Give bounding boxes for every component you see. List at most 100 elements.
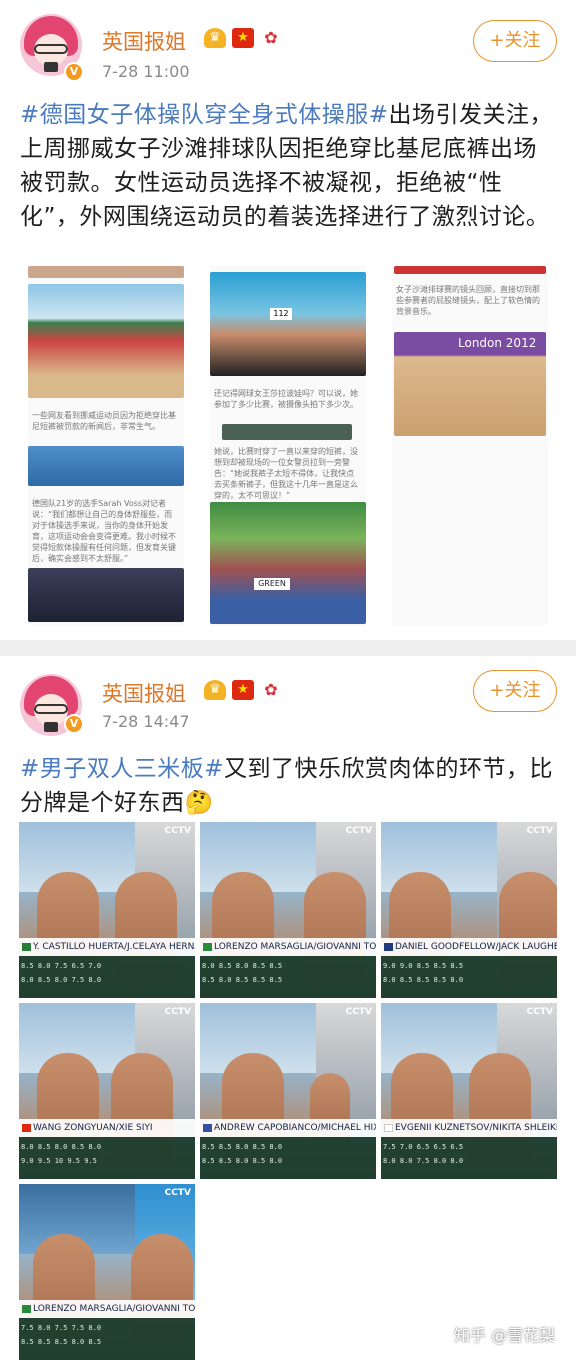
- diver-names: LORENZO MARSAGLIA/GIOVANNI TOCCI: [214, 942, 376, 952]
- image-strip: [394, 266, 546, 274]
- athletes-montage[interactable]: [210, 272, 366, 376]
- scoreboard-names: ANDREW CAPOBIANCO/MICHAEL HIXO: [200, 1119, 376, 1137]
- score-row: 7.5 7.0 6.5 6.5 6.5: [383, 1143, 464, 1151]
- country-flag-icon: [203, 1124, 212, 1132]
- scoreboard-names: LORENZO MARSAGLIA/GIOVANNI TOCCI: [200, 938, 376, 956]
- post-separator: [0, 640, 576, 656]
- weibo-post: V 英国报姐 ♛ ★ ✿ 7-28 11:00 +关注 #德国女子体操队穿全身式…: [0, 0, 576, 640]
- collage-caption: 还记得网球女王莎拉波娃吗？可以说，她参加了多少比赛，被摄像头拍下多少次。: [214, 389, 358, 409]
- score-row: 8.5 8.5 8.0 8.5 8.0: [202, 1157, 283, 1165]
- ribbon-icon: ✿: [260, 28, 282, 48]
- headline-image[interactable]: [222, 424, 352, 440]
- avatar-bow: [44, 62, 58, 72]
- olympic-rings-image[interactable]: [28, 446, 184, 486]
- author-badges: ♛ ★ ✿: [204, 680, 282, 700]
- follow-button[interactable]: +关注: [473, 670, 557, 712]
- country-flag-icon: [203, 943, 212, 951]
- diving-image[interactable]: CCTV LORENZO MARSAGLIA/GIOVANNI TOCCI 8.…: [200, 822, 376, 998]
- crown-icon: ♛: [204, 28, 226, 48]
- score-row: 8.5 8.5 8.5 8.0 8.5: [21, 1338, 102, 1346]
- diving-image[interactable]: CCTV ANDREW CAPOBIANCO/MICHAEL HIXO 8.5 …: [200, 1003, 376, 1179]
- image-collage[interactable]: 一些网友看到挪威运动员因为拒绝穿比基尼短裤被罚款的新闻后，非常生气。 德国队21…: [28, 266, 548, 628]
- score-row: 8.0 8.5 8.0 7.5 8.0: [21, 976, 102, 984]
- avatar-glasses: [34, 704, 68, 714]
- athlete-name-tag: GREEN: [254, 578, 290, 590]
- diver-names: WANG ZONGYUAN/XIE SIYI: [33, 1123, 153, 1133]
- scoreboard-names: LORENZO MARSAGLIA/GIOVANNI TOCCI: [19, 1300, 195, 1318]
- cctv-logo: CCTV: [345, 1007, 372, 1017]
- score-row: 9.0 9.5 10 9.5 9.5: [21, 1157, 97, 1165]
- cctv-logo: CCTV: [164, 1007, 191, 1017]
- diver-names: ANDREW CAPOBIANCO/MICHAEL HIXO: [214, 1123, 376, 1133]
- scoreboard: 7.5 8.0 7.5 7.5 8.0 8.5 8.5 8.5 8.0 8.5: [19, 1318, 195, 1360]
- diving-image[interactable]: CCTV WANG ZONGYUAN/XIE SIYI 8.0 8.5 8.0 …: [19, 1003, 195, 1179]
- diver-names: Y. CASTILLO HUERTA/J.CELAYA HERNAND: [33, 942, 195, 952]
- image-strip: [28, 266, 184, 278]
- watermark: 知乎 @雪花梨: [454, 1326, 556, 1345]
- diving-image[interactable]: CCTV EVGENII KUZNETSOV/NIKITA SHLEIKHE 7…: [381, 1003, 557, 1179]
- collage-caption: 她说，比赛时穿了一直以来穿的短裤，没想到却被现场的一位女警员拉到一旁警告：“她说…: [214, 447, 358, 500]
- crown-icon: ♛: [204, 680, 226, 700]
- score-row: 8.0 8.5 8.5 8.5 8.0: [383, 976, 464, 984]
- scoreboard: 9.0 9.0 8.5 8.5 8.5 8.0 8.5 8.5 8.5 8.0: [381, 956, 557, 998]
- cctv-logo: CCTV: [164, 826, 191, 836]
- china-flag-icon: ★: [232, 28, 254, 48]
- follow-button[interactable]: +关注: [473, 20, 557, 62]
- post-time: 7-28 11:00: [102, 62, 190, 81]
- collage-column-1: 一些网友看到挪威运动员因为拒绝穿比基尼短裤被罚款的新闻后，非常生气。 德国队21…: [28, 266, 184, 626]
- author-name[interactable]: 英国报姐: [102, 26, 186, 56]
- scoreboard-names: WANG ZONGYUAN/XIE SIYI: [19, 1119, 195, 1137]
- score-row: 8.0 8.5 8.0 8.5 8.0: [21, 1143, 102, 1151]
- scoreboard: 8.5 8.5 8.0 8.5 8.0 8.5 8.5 8.0 8.5 8.0: [200, 1137, 376, 1179]
- score-row: 7.5 8.0 7.5 7.5 8.0: [21, 1324, 102, 1332]
- post-time: 7-28 14:47: [102, 712, 190, 731]
- post-text: #德国女子体操队穿全身式体操服#出场引发关注，上周挪威女子沙滩排球队因拒绝穿比基…: [20, 98, 560, 234]
- diver-names: EVGENII KUZNETSOV/NIKITA SHLEIKHE: [395, 1123, 557, 1133]
- collage-column-3: 女子沙滩排球赛的镜头回顾，直接切到那些参赛者的屁股缝镜头，配上了软色情的背景音乐…: [392, 266, 548, 626]
- scoreboard: 7.5 7.0 6.5 6.5 6.5 8.0 8.0 7.5 8.0 8.0: [381, 1137, 557, 1179]
- scoreboard-names: Y. CASTILLO HUERTA/J.CELAYA HERNAND: [19, 938, 195, 956]
- weibo-post: V 英国报姐 ♛ ★ ✿ 7-28 14:47 +关注 #男子双人三米板#又到了…: [0, 656, 576, 1362]
- diving-image[interactable]: CCTV Y. CASTILLO HUERTA/J.CELAYA HERNAND…: [19, 822, 195, 998]
- score-row: 8.5 8.0 8.5 8.5 8.5: [202, 976, 283, 984]
- country-flag-icon: [384, 943, 393, 951]
- post-text: #男子双人三米板#又到了快乐欣赏肉体的环节，比分牌是个好东西🤔: [20, 752, 560, 820]
- topic-link[interactable]: #德国女子体操队穿全身式体操服#: [20, 102, 389, 128]
- cctv-logo: CCTV: [526, 826, 553, 836]
- topic-link[interactable]: #男子双人三米板#: [20, 756, 224, 782]
- country-flag-icon: [384, 1124, 393, 1132]
- volleyball-team-photo[interactable]: [28, 284, 184, 398]
- china-flag-icon: ★: [232, 680, 254, 700]
- collage-caption: 女子沙滩排球赛的镜头回顾，直接切到那些参赛者的屁股缝镜头，配上了软色情的背景音乐…: [396, 285, 540, 316]
- cctv-logo: CCTV: [345, 826, 372, 836]
- scoreboard: 8.0 8.5 8.0 8.5 8.0 9.0 9.5 10 9.5 9.5: [19, 1137, 195, 1179]
- scoreboard-names: DANIEL GOODFELLOW/JACK LAUGHER: [381, 938, 557, 956]
- diving-image[interactable]: CCTV DANIEL GOODFELLOW/JACK LAUGHER 9.0 …: [381, 822, 557, 998]
- gymnast-photo[interactable]: [28, 568, 184, 622]
- avatar-glasses: [34, 44, 68, 54]
- london-banner: London 2012: [458, 336, 537, 350]
- score-row: 8.5 8.5 8.0 8.5 8.0: [202, 1143, 283, 1151]
- scoreboard: 8.5 8.0 7.5 6.5 7.0 8.0 8.5 8.0 7.5 8.0: [19, 956, 195, 998]
- collage-column-2: 112 还记得网球女王莎拉波娃吗？可以说，她参加了多少比赛，被摄像头拍下多少次。…: [210, 266, 366, 626]
- diver-names: LORENZO MARSAGLIA/GIOVANNI TOCCI: [33, 1304, 195, 1314]
- avatar-bow: [44, 722, 58, 732]
- author-name[interactable]: 英国报姐: [102, 678, 186, 708]
- diver-names: DANIEL GOODFELLOW/JACK LAUGHER: [395, 942, 557, 952]
- cctv-logo: CCTV: [164, 1188, 191, 1198]
- ribbon-icon: ✿: [260, 680, 282, 700]
- author-badges: ♛ ★ ✿: [204, 28, 282, 48]
- score-row: 8.0 8.5 8.0 8.5 8.5: [202, 962, 283, 970]
- score-row: 8.5 8.0 7.5 6.5 7.0: [21, 962, 102, 970]
- scoreboard-names: EVGENII KUZNETSOV/NIKITA SHLEIKHE: [381, 1119, 557, 1137]
- runner-photo[interactable]: [210, 502, 366, 624]
- bib-number: 112: [270, 308, 292, 320]
- score-row: 9.0 9.0 8.5 8.5 8.5: [383, 962, 464, 970]
- cctv-logo: CCTV: [526, 1007, 553, 1017]
- scoreboard: 8.0 8.5 8.0 8.5 8.5 8.5 8.0 8.5 8.5 8.5: [200, 956, 376, 998]
- verified-badge-icon: V: [64, 714, 84, 734]
- collage-caption: 德国队21岁的选手Sarah Voss对记者说：“我们都想让自己的身体舒服些，而…: [32, 499, 176, 563]
- country-flag-icon: [22, 1305, 31, 1313]
- diving-image[interactable]: CCTV LORENZO MARSAGLIA/GIOVANNI TOCCI 7.…: [19, 1184, 195, 1360]
- country-flag-icon: [22, 1124, 31, 1132]
